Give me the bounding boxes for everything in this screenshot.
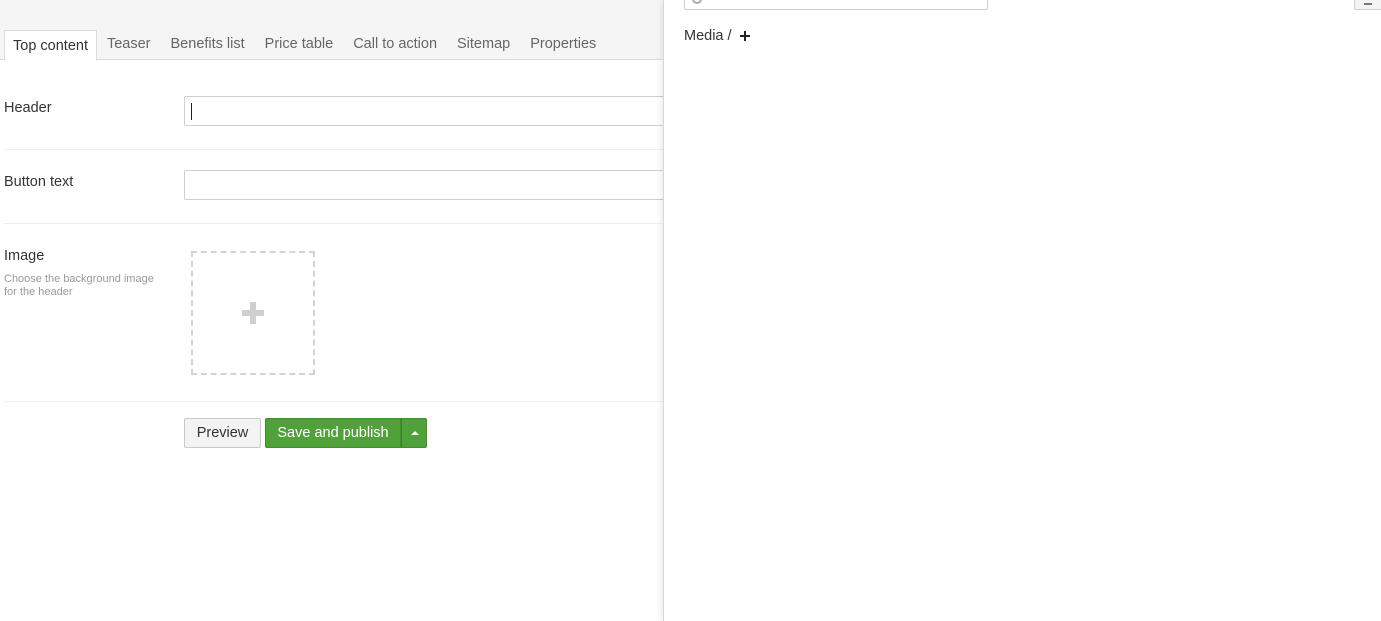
button-text-input[interactable] [184,170,663,200]
tab-call-to-action[interactable]: Call to action [343,29,447,60]
divider [4,223,663,224]
tab-price-table[interactable]: Price table [255,29,344,60]
tab-top-content[interactable]: Top content [4,30,97,61]
tab-properties[interactable]: Properties [520,29,606,60]
divider [4,401,663,402]
media-picker-panel: Media / [663,0,1381,621]
tab-sitemap[interactable]: Sitemap [447,29,520,60]
header-input[interactable] [184,96,663,126]
preview-button[interactable]: Preview [184,418,261,448]
image-description: Choose the background image for the head… [4,273,154,298]
menu-icon [1364,3,1372,5]
search-icon [692,0,702,4]
save-options-dropdown-button[interactable] [401,418,427,448]
panel-menu-button[interactable] [1354,0,1381,10]
image-label: Image [4,248,45,264]
content-editor: Top content Teaser Benefits list Price t… [0,0,663,621]
text-cursor [191,103,192,120]
tab-benefits-list[interactable]: Benefits list [161,29,255,60]
media-search-input[interactable] [684,0,988,10]
media-breadcrumb: Media / [684,28,750,44]
breadcrumb-media-root[interactable]: Media [684,28,724,44]
image-picker[interactable] [191,251,315,375]
divider [4,149,663,150]
breadcrumb-separator: / [727,28,732,44]
tab-teaser[interactable]: Teaser [97,29,161,60]
button-text-label: Button text [4,174,74,190]
tabs: Top content Teaser Benefits list Price t… [4,29,606,61]
plus-icon [242,302,264,324]
save-and-publish-button[interactable]: Save and publish [265,418,401,448]
caret-up-icon [411,431,419,435]
add-folder-plus-icon[interactable] [739,31,750,41]
header-label: Header [4,100,52,116]
